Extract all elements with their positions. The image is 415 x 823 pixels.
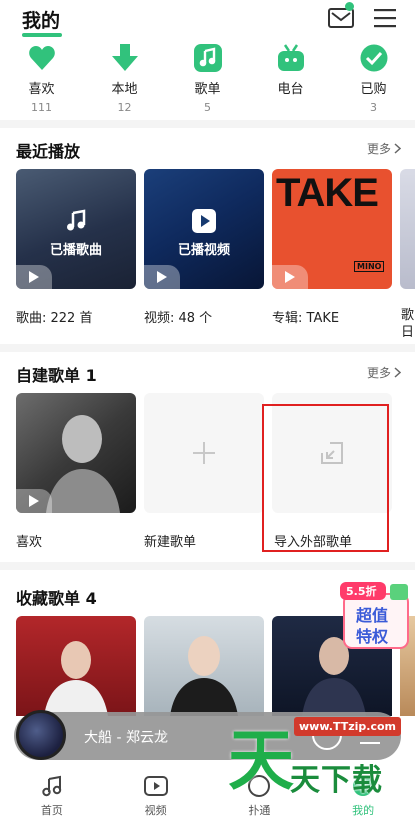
music-note-icon	[39, 774, 65, 798]
promo-line2: 特权	[356, 627, 389, 646]
play-icon[interactable]	[144, 265, 180, 289]
album-cover-text: TAKE	[276, 171, 379, 215]
now-playing-title: 大船 - 郑云龙	[84, 730, 168, 746]
card-label: 歌曲: 222 首	[16, 311, 93, 326]
watermark-url: www.TTzip.com	[294, 717, 401, 736]
video-icon	[143, 774, 169, 798]
nav-label: 首页	[40, 804, 63, 817]
promo-discount: 5.5折	[346, 585, 377, 598]
quick-count: 3	[370, 101, 377, 114]
heart-icon	[26, 42, 58, 74]
nav-label: 扑通	[248, 804, 271, 817]
nav-item-home[interactable]: 首页	[0, 762, 104, 823]
radio-icon	[275, 42, 307, 74]
nav-label: 我的	[352, 804, 375, 817]
recent-songs-card[interactable]: 已播歌曲	[16, 169, 136, 289]
album-cover-sub: MINO	[354, 261, 385, 272]
quick-item-local[interactable]: 本地 12	[83, 42, 166, 120]
mail-icon[interactable]	[328, 8, 354, 28]
new-playlist-card[interactable]	[144, 393, 264, 513]
recent-section-title: 最近播放	[16, 142, 81, 161]
quick-item-purchased[interactable]: 已购 3	[332, 42, 415, 120]
recent-partial-card[interactable]	[400, 169, 415, 289]
nav-item-video[interactable]: 视频	[104, 762, 208, 823]
notification-dot	[345, 2, 354, 11]
page-title: 我的	[22, 10, 61, 32]
card-label: 歌 日	[401, 308, 415, 340]
recent-more-link[interactable]: 更多	[367, 140, 401, 157]
quick-label: 歌单	[194, 82, 221, 97]
download-icon	[109, 42, 141, 74]
chevron-right-icon	[394, 143, 401, 154]
promo-badge[interactable]: 5.5折 超值 特权	[338, 580, 412, 652]
quick-item-radio[interactable]: 电台	[249, 42, 332, 120]
quick-item-like[interactable]: 喜欢 111	[0, 42, 83, 120]
section-divider	[0, 344, 415, 352]
highlight-box	[262, 404, 389, 552]
card-overlay-label: 已播歌曲	[49, 243, 102, 258]
cover-portrait	[44, 641, 108, 716]
liked-playlist-card[interactable]	[16, 393, 136, 513]
check-icon	[358, 42, 390, 74]
recent-videos-card[interactable]: 已播视频	[144, 169, 264, 289]
card-label: 视频: 48 个	[144, 311, 213, 326]
cover-portrait	[170, 636, 238, 716]
header: 我的	[0, 0, 415, 44]
quick-label: 喜欢	[28, 82, 55, 97]
watermark-text: 天下载	[290, 763, 383, 798]
quick-label: 本地	[111, 82, 138, 97]
video-icon	[192, 209, 216, 233]
play-icon[interactable]	[272, 265, 308, 289]
quick-item-playlist[interactable]: 歌单 5	[166, 42, 249, 120]
custom-section-title: 自建歌单 1	[16, 366, 97, 385]
plus-icon	[193, 442, 215, 464]
collected-section-title: 收藏歌单 4	[16, 589, 97, 608]
quick-count: 12	[117, 101, 132, 114]
collected-playlist-card[interactable]	[16, 616, 136, 716]
nav-label: 视频	[144, 804, 167, 817]
card-label: 专辑: TAKE	[272, 311, 340, 326]
card-label: 新建歌单	[144, 535, 197, 550]
section-divider	[0, 120, 415, 128]
title-underline	[22, 33, 62, 37]
more-label: 更多	[366, 142, 391, 156]
quick-access-row: 喜欢 111 本地 12 歌单 5 电台 已购 3	[0, 42, 415, 120]
more-label: 更多	[366, 366, 391, 380]
play-icon[interactable]	[16, 489, 52, 513]
recent-album-card[interactable]: TAKE MINO	[272, 169, 392, 289]
watermark-logo: 天	[228, 722, 294, 799]
play-icon[interactable]	[16, 265, 52, 289]
card-label: 喜欢	[16, 535, 43, 550]
now-playing-cover[interactable]	[16, 710, 66, 760]
collected-playlist-card[interactable]	[144, 616, 264, 716]
quick-label: 电台	[277, 82, 304, 97]
card-overlay-label: 已播视频	[177, 243, 230, 258]
music-note-icon	[192, 42, 224, 74]
music-note-icon	[67, 209, 86, 231]
custom-more-link[interactable]: 更多	[367, 364, 401, 381]
quick-label: 已购	[360, 82, 387, 97]
section-divider	[0, 562, 415, 570]
chevron-right-icon	[394, 367, 401, 378]
menu-icon[interactable]	[374, 8, 396, 28]
quick-count: 111	[31, 101, 52, 114]
quick-count: 5	[204, 101, 211, 114]
